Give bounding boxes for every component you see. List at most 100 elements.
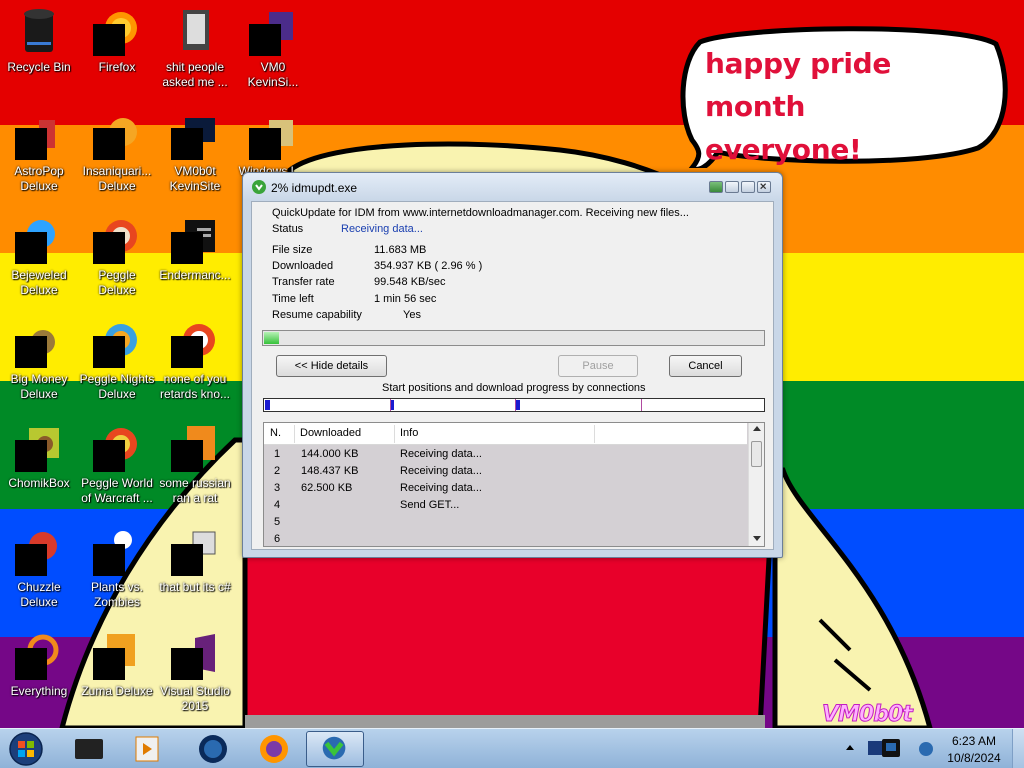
desktop-icon-vm0b0t-kevinsite[interactable]: VM0b0t KevinSite <box>156 106 234 206</box>
time-left-value: 1 min 56 sec <box>374 293 437 305</box>
window-title: 2% idmupdt.exe <box>271 181 358 195</box>
desktop-icon-astropop[interactable]: AstroPop Deluxe <box>0 106 78 206</box>
desktop-icon-some-russian[interactable]: some russian ran a rat <box>156 418 234 518</box>
desktop-icon-firefox[interactable]: Firefox <box>78 2 156 102</box>
redaction-box <box>93 336 125 368</box>
desktop-icon-chuzzle[interactable]: Chuzzle Deluxe <box>0 522 78 622</box>
desktop-icon-label: Insaniquari... Deluxe <box>82 164 152 193</box>
scrollbar-thumb[interactable] <box>751 441 762 467</box>
connections-progress-bar <box>263 398 765 412</box>
desktop-icon-bejeweled[interactable]: Bejeweled Deluxe <box>0 210 78 310</box>
desktop-icon-label: Visual Studio 2015 <box>160 684 230 713</box>
table-row[interactable]: 1 144.000 KB Receiving data... <box>264 446 747 463</box>
cancel-button[interactable]: Cancel <box>669 355 742 377</box>
desktop-icon-vm0-kevinsite[interactable]: VM0 KevinSi... <box>234 2 312 102</box>
idm-download-window[interactable]: 2% idmupdt.exe QuickUpdate for IDM from … <box>242 172 783 558</box>
scroll-up-arrow[interactable] <box>753 426 761 431</box>
status-label: Status <box>272 223 304 235</box>
bubble-line-2: everyone! <box>705 133 862 166</box>
desktop-icon-visual-studio[interactable]: Visual Studio 2015 <box>156 626 234 726</box>
recycle-bin-icon <box>24 9 54 52</box>
taskbar-media-center[interactable] <box>60 731 118 767</box>
table-row[interactable]: 5 <box>264 514 747 531</box>
desktop-icon-label: Zuma Deluxe <box>81 684 153 698</box>
redaction-box <box>93 232 125 264</box>
column-divider <box>594 425 595 443</box>
column-header-downloaded[interactable]: Downloaded <box>300 427 361 439</box>
column-header-number[interactable]: N. <box>270 427 281 439</box>
maximize-button[interactable] <box>741 181 755 193</box>
redaction-box <box>15 544 47 576</box>
desktop-icon-everything[interactable]: Everything <box>0 626 78 726</box>
idm-extra-button[interactable] <box>709 181 723 193</box>
desktop-icon-label: AstroPop Deluxe <box>14 164 64 193</box>
redaction-box <box>15 440 47 472</box>
row-number: 6 <box>274 533 281 545</box>
downloaded-value: 354.937 KB ( 2.96 % ) <box>374 260 483 272</box>
show-hidden-icons-button[interactable] <box>846 745 854 750</box>
download-progress-bar <box>262 330 765 346</box>
resume-capability-label: Resume capability <box>272 309 362 321</box>
redaction-box <box>249 128 281 160</box>
window-body: QuickUpdate for IDM from www.internetdow… <box>251 201 774 550</box>
desktop-icon-label: Peggle Deluxe <box>98 268 136 297</box>
pause-button[interactable]: Pause <box>558 355 638 377</box>
connection-segment-3 <box>516 400 520 410</box>
redaction-box <box>249 24 281 56</box>
hide-details-button[interactable]: << Hide details <box>276 355 387 377</box>
download-description: QuickUpdate for IDM from www.internetdow… <box>272 207 689 219</box>
desktop-icon-plants-vs-zombies[interactable]: Plants vs. Zombies <box>78 522 156 622</box>
desktop-icon-that-but-its-csharp[interactable]: that but its c# <box>156 522 234 622</box>
desktop-icon-peggle-nights[interactable]: Peggle Nights Deluxe <box>78 314 156 414</box>
window-titlebar[interactable]: 2% idmupdt.exe <box>243 173 782 201</box>
row-number: 2 <box>274 465 281 477</box>
vertical-scrollbar[interactable] <box>748 423 764 546</box>
desktop-icon-peggle[interactable]: Peggle Deluxe <box>78 210 156 310</box>
desktop-icon-chomikbox[interactable]: ChomikBox <box>0 418 78 518</box>
transfer-rate-value: 99.548 KB/sec <box>374 276 446 288</box>
table-row[interactable]: 2 148.437 KB Receiving data... <box>264 463 747 480</box>
close-button[interactable] <box>757 181 771 193</box>
downloaded-label: Downloaded <box>272 260 334 272</box>
desktop-icon-insaniquarium[interactable]: Insaniquari... Deluxe <box>78 106 156 206</box>
scroll-down-arrow[interactable] <box>753 536 761 541</box>
desktop-icon-shit-people-asked-me[interactable]: shit people asked me ... <box>156 2 234 102</box>
desktop-icon-label: ChomikBox <box>8 476 70 490</box>
taskbar-browser-globe[interactable] <box>184 731 242 767</box>
table-row[interactable]: 3 62.500 KB Receiving data... <box>264 480 747 497</box>
desktop-icon-label: Chuzzle Deluxe <box>17 580 61 609</box>
start-orb-icon[interactable] <box>6 731 46 767</box>
desktop-icon-label: Everything <box>10 684 68 698</box>
table-row[interactable]: 6 <box>264 531 747 546</box>
speech-bubble-text: happy pride month everyone! <box>705 42 995 171</box>
desktop-icon-peggle-wow[interactable]: Peggle World of Warcraft ... <box>78 418 156 518</box>
redaction-box <box>93 648 125 680</box>
transfer-rate-label: Transfer rate <box>272 276 335 288</box>
desktop-icon-zuma[interactable]: Zuma Deluxe <box>78 626 156 726</box>
clock-date[interactable]: 10/8/2024 <box>938 751 1010 765</box>
connection-segment-2 <box>391 400 394 410</box>
clock-time[interactable]: 6:23 AM <box>938 734 1010 748</box>
desktop-icon-endermanc[interactable]: Endermanc... <box>156 210 234 310</box>
idm-tray-icon[interactable] <box>864 737 904 761</box>
desktop-icon-big-money[interactable]: Big Money Deluxe <box>0 314 78 414</box>
firefox-icon <box>260 735 288 763</box>
table-row[interactable]: 4 Send GET... <box>264 497 747 514</box>
table-header: N. Downloaded Info <box>264 423 747 445</box>
minimize-button[interactable] <box>725 181 739 193</box>
redaction-box <box>171 232 203 264</box>
desktop-icon-none-of-you[interactable]: none of you retards kno... <box>156 314 234 414</box>
taskbar-firefox[interactable] <box>245 731 303 767</box>
taskbar-media-player[interactable] <box>118 731 176 767</box>
show-desktop-button[interactable] <box>1012 729 1024 768</box>
taskbar-idm[interactable] <box>306 731 364 767</box>
row-info: Receiving data... <box>400 465 482 477</box>
desktop-icon-recycle-bin[interactable]: Recycle Bin <box>0 2 78 102</box>
network-icon[interactable] <box>918 741 934 757</box>
column-header-info[interactable]: Info <box>400 427 418 439</box>
connection-start-marker <box>641 399 642 411</box>
media-player-icon <box>135 736 159 762</box>
desktop-icon-label: Recycle Bin <box>7 60 71 74</box>
desktop-icon-label: Bejeweled Deluxe <box>11 268 67 297</box>
bubble-line-1: happy pride month <box>705 47 892 123</box>
